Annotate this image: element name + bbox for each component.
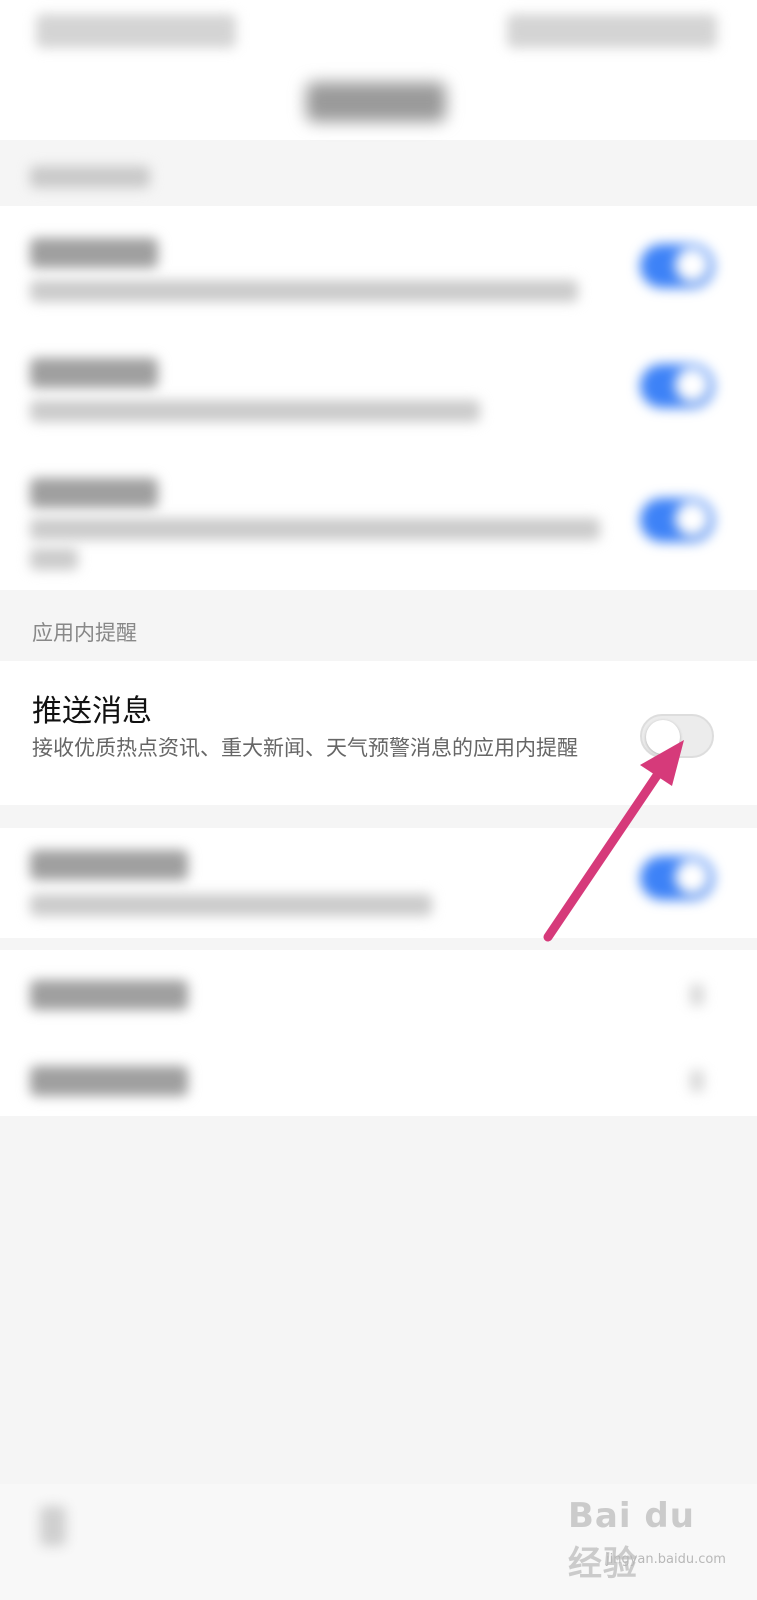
watermark-url: jingyan.baidu.com: [606, 1552, 726, 1567]
watermark: Bai du 经验: [568, 1486, 738, 1584]
watermark-brand: Bai du 经验: [568, 1496, 695, 1584]
back-icon[interactable]: [40, 1506, 66, 1546]
annotation-arrow: [543, 740, 684, 942]
